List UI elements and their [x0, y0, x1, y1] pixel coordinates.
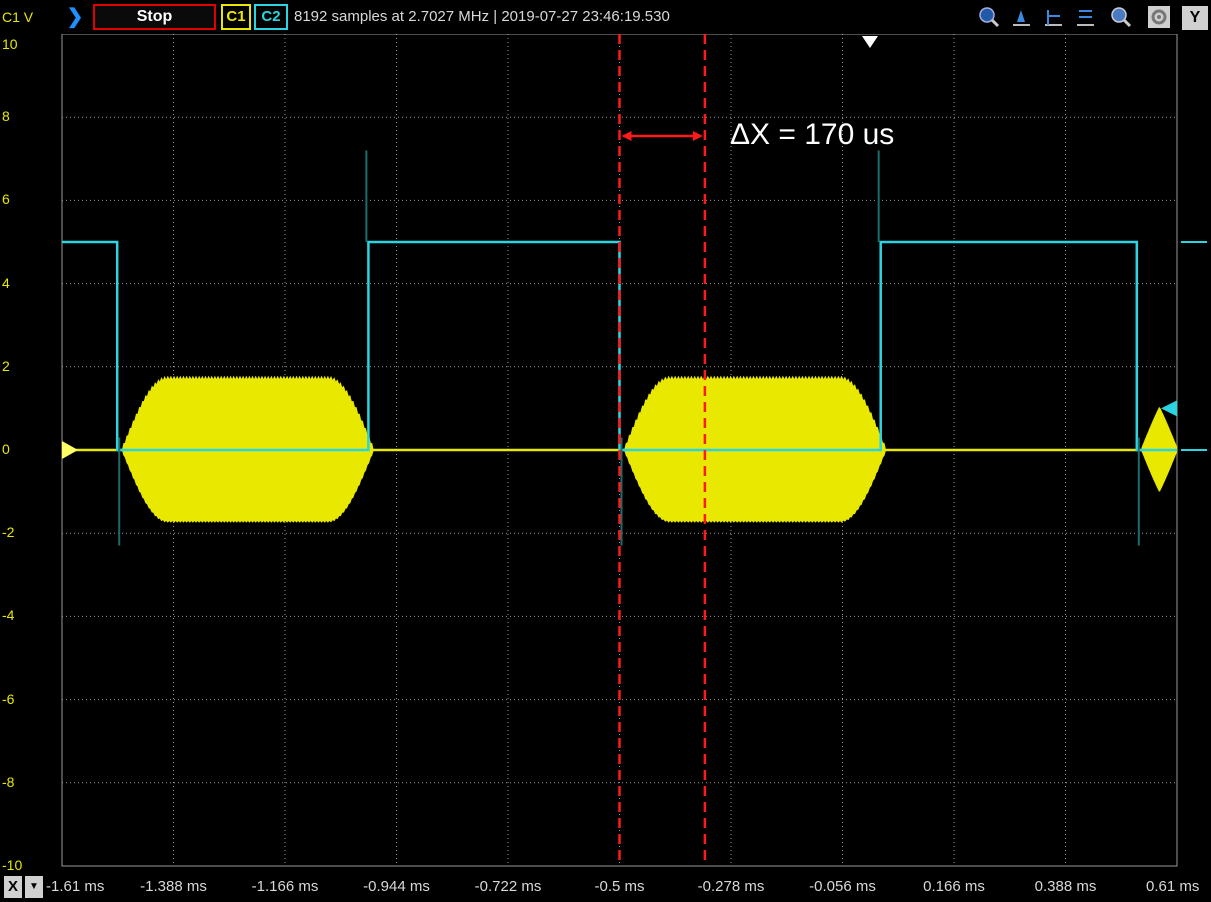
acquisition-info: 8192 samples at 2.7027 MHz | 2019-07-27 … [294, 8, 670, 25]
x-tick-label: 0.61 ms [1146, 878, 1200, 895]
x-tick-label: -1.388 ms [140, 878, 207, 895]
x-tick-label: 0.166 ms [923, 878, 985, 895]
channel-1-button[interactable]: C1 [221, 4, 251, 30]
cursor-y1-icon[interactable] [1010, 6, 1032, 28]
x-tick-label: -0.5 ms [594, 878, 645, 895]
cursor-y3-icon[interactable] [1074, 6, 1096, 28]
zoom-fit-icon[interactable] [978, 6, 1000, 28]
x-tick-label: -0.056 ms [809, 878, 876, 895]
y-tick-label: 10 [2, 36, 18, 52]
x-tick-label: 0.388 ms [1034, 878, 1097, 895]
x-axis: X ▼ -1.61 ms -1.388 ms -1.166 ms -0.944 ms -… [0, 872, 1211, 902]
y-tick-label: -2 [2, 524, 15, 541]
stop-button[interactable]: Stop [93, 4, 216, 30]
y-tick-label: -4 [2, 607, 15, 624]
y-axis-button[interactable]: Y [1182, 6, 1208, 30]
zoom-icon[interactable] [1110, 6, 1132, 28]
x-axis-dropdown-icon[interactable]: ▼ [25, 876, 43, 898]
channel-scale-label: C1 V [2, 9, 34, 25]
trigger-time-marker [862, 36, 878, 48]
toolbar: C1 V ❯ Stop C1 C2 8192 samples at 2.7027… [0, 0, 1211, 34]
channel-2-button[interactable]: C2 [254, 4, 288, 30]
y-tick-label: 2 [2, 357, 10, 374]
delta-x-annotation: ΔX = 170 us [730, 118, 895, 151]
settings-icon[interactable] [1148, 6, 1170, 28]
y-tick-label: -6 [2, 690, 15, 707]
channel-1-zero-marker [62, 441, 78, 459]
y-tick-label: -8 [2, 773, 15, 790]
x-tick-label: -1.166 ms [251, 878, 319, 895]
oscilloscope-plot[interactable] [0, 34, 1211, 868]
x-axis-button[interactable]: X [4, 876, 22, 898]
arrow-head-right [692, 131, 703, 141]
x-tick-label: -0.944 ms [363, 878, 430, 895]
arrow-head-left [621, 131, 632, 141]
x-tick-label: -1.61 ms [46, 878, 105, 895]
y-tick-label: 6 [2, 191, 10, 208]
x-tick-label: -0.722 ms [474, 878, 542, 895]
y-tick-label: 8 [2, 108, 10, 125]
trigger-level-marker [1161, 400, 1177, 417]
x-tick-label: -0.278 ms [697, 878, 765, 895]
y-tick-label: -10 [2, 857, 23, 873]
y-tick-label: 4 [2, 274, 10, 291]
cursor-y2-icon[interactable] [1042, 6, 1064, 28]
play-icon[interactable]: ❯ [64, 4, 86, 30]
y-tick-label: 0 [2, 441, 10, 457]
